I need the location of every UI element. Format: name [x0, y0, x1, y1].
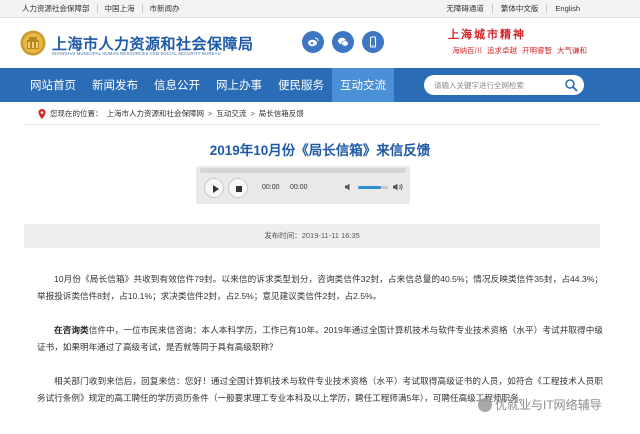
paragraph-emphasis: 在咨询类: [54, 325, 89, 335]
search-icon[interactable]: [564, 78, 578, 92]
search-placeholder: 请输入关键字进行全网检索: [434, 81, 524, 90]
top-left-links: 人力资源社会保障部 中国上海 市新闻办: [22, 4, 187, 13]
link-english[interactable]: English: [547, 4, 588, 13]
nav-news[interactable]: 新闻发布: [84, 68, 146, 102]
nav-public-services[interactable]: 便民服务: [270, 68, 332, 102]
play-button[interactable]: [204, 178, 224, 198]
spirit-word: 海纳百川: [452, 46, 482, 55]
link-news-office[interactable]: 市新闻办: [143, 4, 187, 13]
main-nav: 网站首页 新闻发布 信息公开 网上办事 便民服务 互动交流 请输入关键字进行全网…: [0, 68, 640, 102]
divider: [24, 124, 600, 125]
article-title: 2019年10月份《局长信箱》来信反馈: [209, 143, 431, 158]
breadcrumb-prefix: 您现在的位置：: [50, 109, 103, 118]
paragraph-text: 10月份《局长信箱》共收到有效信件79封。以来信的诉求类型划分，咨询类信件32封…: [37, 274, 603, 301]
nav-items: 网站首页 新闻发布 信息公开 网上办事 便民服务 互动交流: [22, 68, 394, 102]
link-mohrss[interactable]: 人力资源社会保障部: [22, 4, 98, 13]
search-input[interactable]: 请输入关键字进行全网检索: [424, 75, 584, 95]
bureau-emblem-icon[interactable]: [20, 30, 46, 56]
wechat-icon[interactable]: [332, 31, 354, 53]
play-icon: [213, 185, 219, 193]
breadcrumb-item-interaction[interactable]: 互动交流: [216, 108, 246, 119]
breadcrumb-item-site[interactable]: 上海市人力资源和社会保障网: [107, 108, 205, 119]
watermark: 优就业与IT网络辅导: [478, 396, 602, 413]
top-right-links: 无障碍通道 繁体中文版 English: [438, 4, 588, 13]
breadcrumb-separator: >: [208, 109, 213, 118]
top-utility-bar: 人力资源社会保障部 中国上海 市新闻办 无障碍通道 繁体中文版 English: [0, 0, 640, 18]
publish-label: 发布时间：: [264, 231, 302, 240]
city-spirit-title: 上海城市精神: [448, 29, 526, 41]
city-spirit-words: 海纳百川 追求卓越 开明睿智 大气谦和: [452, 45, 587, 56]
location-pin-icon: [38, 108, 46, 119]
org-name-en: SHANGHAI MUNICIPAL HUMAN RESOURCES AND S…: [52, 51, 221, 56]
current-time: 00:00: [262, 184, 280, 191]
publish-date: 2019-11-11 16:35: [301, 231, 360, 240]
stop-icon: [236, 186, 242, 192]
watermark-logo-icon: [478, 397, 492, 412]
volume-slider[interactable]: [358, 186, 388, 189]
watermark-text: 优就业与IT网络辅导: [495, 398, 602, 412]
article-paragraph: 在咨询类信件中，一位市民来信咨询：本人本科学历，工作已有10年。2019年通过全…: [37, 322, 603, 356]
paragraph-text: 信件中，一位市民来信咨询：本人本科学历，工作已有10年。2019年通过全国计算机…: [37, 325, 603, 352]
audio-progress-track[interactable]: [200, 168, 406, 173]
nav-info-disclosure[interactable]: 信息公开: [146, 68, 208, 102]
spirit-word: 开明睿智: [522, 46, 552, 55]
nav-interaction[interactable]: 互动交流: [332, 68, 394, 102]
audio-player: 00:00 00:00: [196, 166, 410, 204]
publish-info-bar: 发布时间：2019-11-11 16:35: [24, 224, 600, 248]
article-paragraph: 10月份《局长信箱》共收到有效信件79封。以来信的诉求类型划分，咨询类信件32封…: [37, 271, 603, 305]
stop-button[interactable]: [228, 178, 248, 198]
link-china-shanghai[interactable]: 中国上海: [98, 4, 143, 13]
site-header: 上海市人力资源和社会保障局 SHANGHAI MUNICIPAL HUMAN R…: [0, 18, 640, 68]
spirit-word: 大气谦和: [557, 46, 587, 55]
mobile-icon[interactable]: [362, 31, 384, 53]
link-traditional-chinese[interactable]: 繁体中文版: [493, 4, 548, 13]
nav-home[interactable]: 网站首页: [22, 68, 84, 102]
volume-level: [358, 186, 381, 189]
breadcrumb-separator: >: [250, 109, 255, 118]
duration: 00:00: [290, 184, 308, 191]
social-icons: [302, 31, 384, 53]
weibo-icon[interactable]: [302, 31, 324, 53]
link-accessibility[interactable]: 无障碍通道: [438, 4, 493, 13]
spirit-word: 追求卓越: [487, 46, 517, 55]
volume-max-icon[interactable]: [392, 182, 404, 192]
breadcrumb-item-mailbox[interactable]: 局长信箱反馈: [259, 108, 304, 119]
volume-icon[interactable]: [344, 182, 354, 192]
nav-online-services[interactable]: 网上办事: [208, 68, 270, 102]
breadcrumb: 您现在的位置： 上海市人力资源和社会保障网 > 互动交流 > 局长信箱反馈: [38, 108, 304, 119]
